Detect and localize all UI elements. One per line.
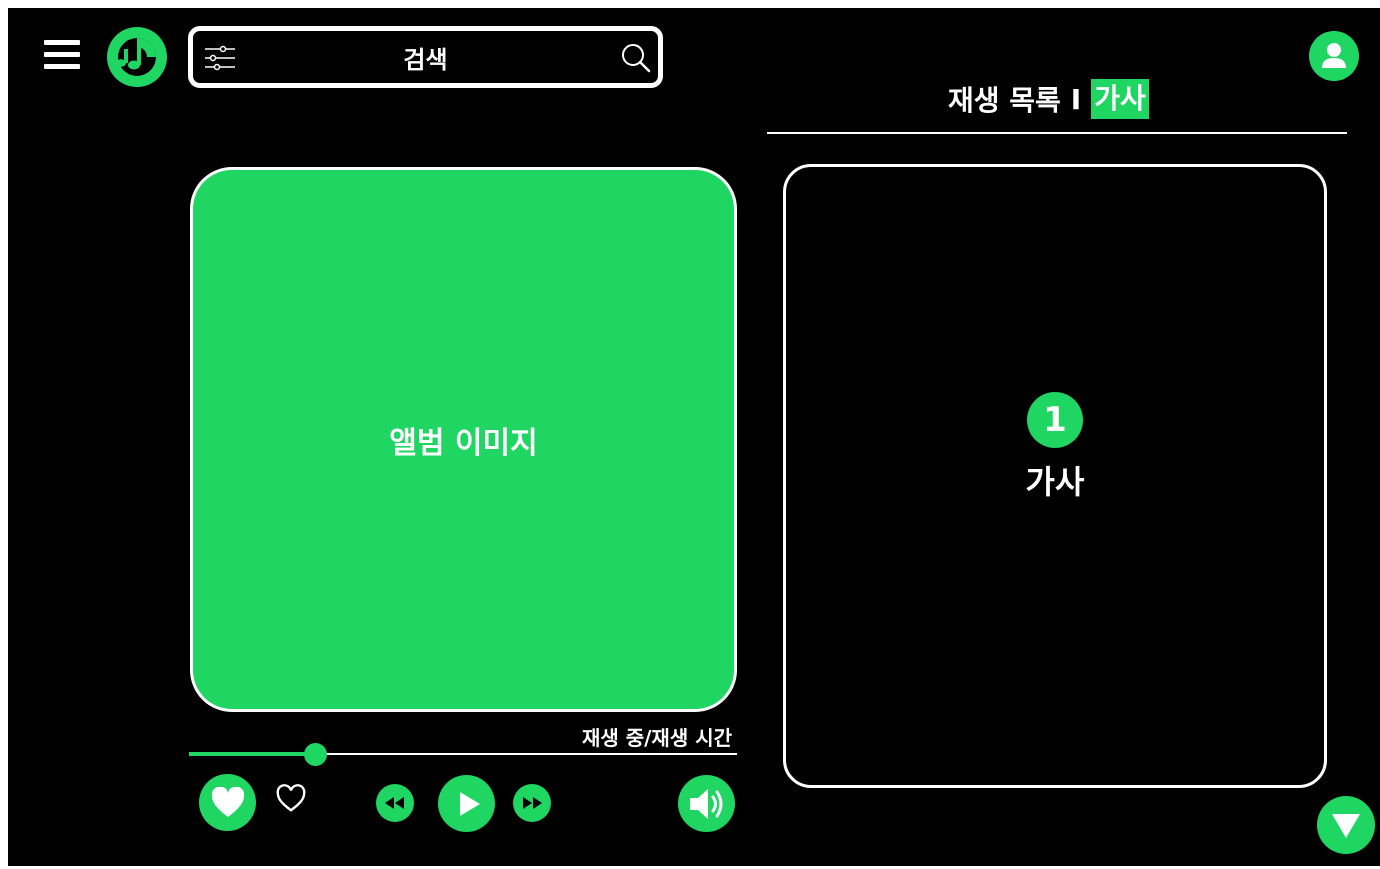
like-button[interactable] [199,774,256,831]
view-tabs: 재생 목록 I 가사 [948,78,1149,120]
volume-button[interactable] [678,775,735,832]
rewind-icon [385,797,404,809]
search-input[interactable]: 검색 [193,31,658,83]
play-icon [459,791,480,816]
scroll-down-button[interactable] [1317,796,1375,854]
user-icon[interactable] [1309,31,1359,81]
heart-outline-icon[interactable] [273,784,309,820]
search-bar[interactable]: 검색 [188,26,663,88]
tab-divider [767,132,1347,134]
progress-handle[interactable] [303,743,327,766]
triangle-down-icon [1332,814,1360,838]
search-icon[interactable] [620,42,652,74]
play-button[interactable] [438,775,495,832]
lyrics-text: 가사 [1025,463,1085,501]
tab-playlist[interactable]: 재생 목록 [948,79,1061,119]
volume-icon [689,788,722,819]
progress-fill [189,752,316,756]
album-image: 앨범 이미지 [190,167,737,712]
lyrics-number-badge: 1 [1027,392,1083,448]
tab-lyrics[interactable]: 가사 [1091,79,1149,119]
music-note-icon[interactable] [107,27,167,87]
menu-icon[interactable] [44,40,80,70]
fast-forward-button[interactable] [513,784,551,822]
heart-filled-icon [211,786,244,817]
tab-separator: I [1070,82,1082,116]
album-image-label: 앨범 이미지 [389,425,538,461]
sliders-icon[interactable] [203,43,237,73]
fast-forward-icon [523,797,542,809]
playback-time: 재생 중/재생 시간 [581,726,732,750]
rewind-button[interactable] [376,784,414,822]
